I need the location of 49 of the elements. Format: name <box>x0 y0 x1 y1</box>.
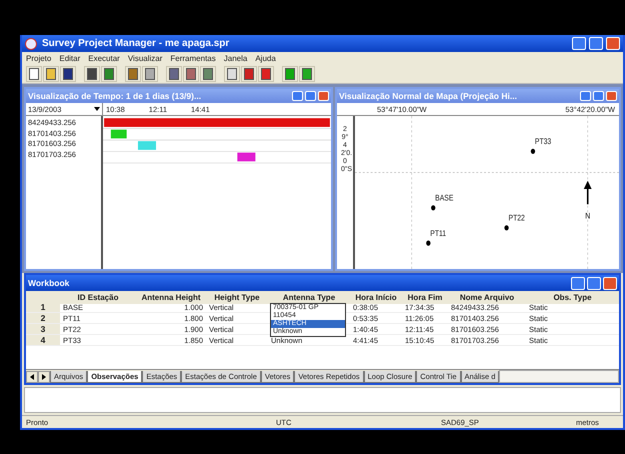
close-button[interactable] <box>606 91 617 101</box>
window-title: Visualização Normal de Mapa (Projeção Hi... <box>339 91 518 101</box>
maximize-button[interactable] <box>593 91 604 101</box>
station-point[interactable] <box>530 148 536 154</box>
maximize-button[interactable] <box>587 276 601 290</box>
station-point[interactable] <box>431 205 436 210</box>
column-header[interactable]: Hora Fim <box>402 291 448 304</box>
station-label: PT22 <box>508 213 525 223</box>
maximize-button[interactable] <box>589 37 603 50</box>
tab-scroll-left-button[interactable] <box>26 370 38 382</box>
column-header[interactable]: Hora Início <box>350 291 402 304</box>
station-point[interactable] <box>426 240 430 246</box>
maximize-button[interactable] <box>305 91 316 101</box>
column-header[interactable]: Nome Arquivo <box>448 291 526 304</box>
row-header[interactable]: 1 <box>26 302 60 313</box>
column-header[interactable]: Obs. Type <box>526 291 619 304</box>
row-header[interactable]: 3 <box>26 324 60 335</box>
station-label: BASE <box>435 193 454 203</box>
row-header[interactable]: 2 <box>26 313 60 324</box>
tab-scroll-right-button[interactable] <box>38 370 50 382</box>
horizontal-scrollbar[interactable] <box>499 370 619 383</box>
station-label: PT33 <box>534 136 552 146</box>
menu-item[interactable]: Editar <box>59 54 80 62</box>
menu-item[interactable]: Executar <box>88 54 120 62</box>
close-button[interactable] <box>603 276 617 290</box>
menu-item[interactable]: Visualizar <box>128 54 162 62</box>
north-label: N <box>585 210 590 221</box>
minimize-button[interactable] <box>571 276 585 290</box>
column-header[interactable]: Antenna Height <box>136 291 206 304</box>
menu-item[interactable]: Ajuda <box>255 54 276 62</box>
window-title: Survey Project Manager - me apaga.spr <box>42 38 230 49</box>
minimize-button[interactable] <box>572 37 586 50</box>
column-header[interactable]: Antenna Type <box>268 291 350 304</box>
column-header[interactable]: ID Estação <box>60 291 136 304</box>
station-label: PT11 <box>430 228 446 238</box>
window-title: Visualização de Tempo: 1 de 1 dias (13/9)... <box>28 91 202 101</box>
app-icon <box>25 38 37 50</box>
minimize-button[interactable] <box>580 91 591 101</box>
window-title: Workbook <box>28 278 70 288</box>
menu-item[interactable]: Projeto <box>26 54 52 62</box>
north-arrow-icon <box>584 180 592 204</box>
close-button[interactable] <box>318 91 329 101</box>
column-header[interactable]: Height Type <box>206 291 268 304</box>
close-button[interactable] <box>606 37 620 50</box>
menu-item[interactable]: Janela <box>224 54 248 62</box>
station-point[interactable] <box>504 225 509 230</box>
menu-item[interactable]: Ferramentas <box>170 54 216 62</box>
minimize-button[interactable] <box>292 91 303 101</box>
row-header[interactable]: 4 <box>26 335 60 346</box>
